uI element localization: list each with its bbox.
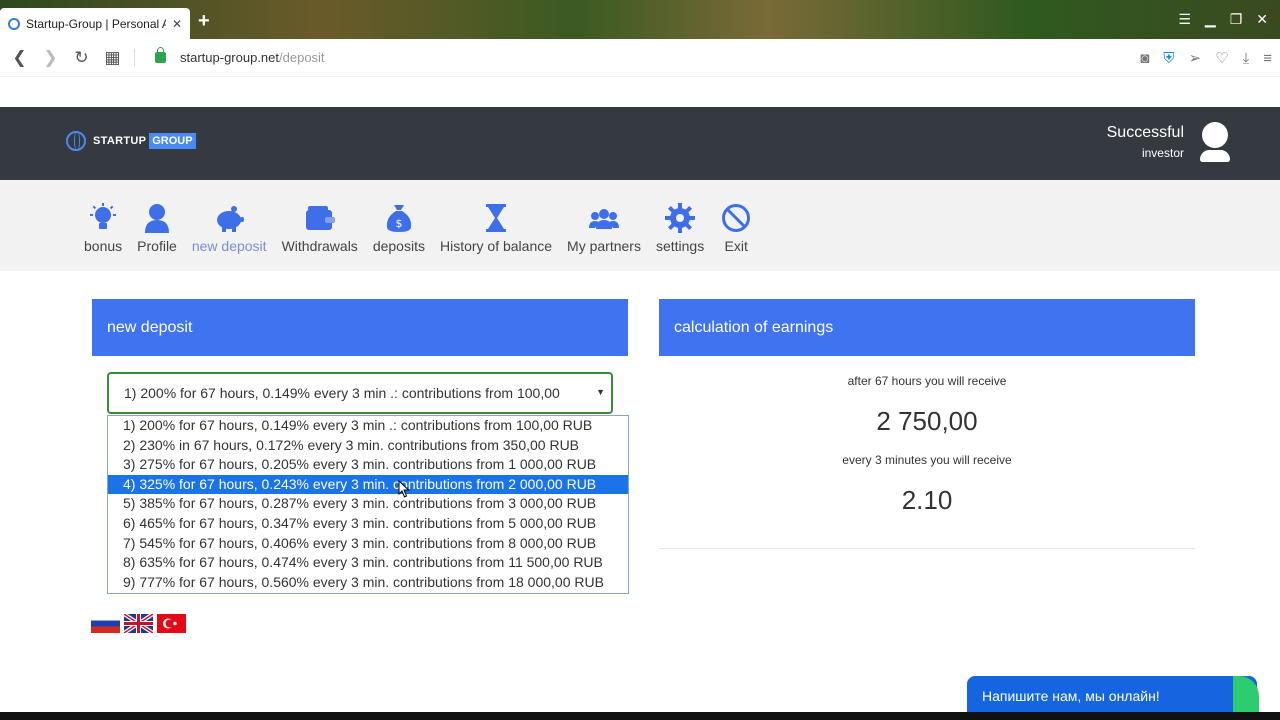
- gear-icon: [663, 202, 697, 234]
- flag-russia-icon[interactable]: [91, 614, 120, 633]
- users-icon: [587, 202, 621, 234]
- tariff-option[interactable]: 5) 385% for 67 hours, 0.287% every 3 min…: [108, 494, 628, 514]
- tariff-select[interactable]: 1) 200% for 67 hours, 0.149% every 3 min…: [107, 372, 613, 414]
- step-label: every 3 minutes you will receive: [842, 453, 1012, 467]
- money-bag-icon: $: [382, 202, 416, 234]
- menu-item-label: Profile: [137, 238, 177, 254]
- close-tab-icon[interactable]: ✕: [172, 17, 182, 31]
- url-field[interactable]: startup-group.net/deposit: [180, 50, 325, 65]
- new-tab-button[interactable]: +: [198, 11, 210, 31]
- download-icon[interactable]: ⤓: [1243, 50, 1250, 67]
- language-selector: [91, 614, 186, 633]
- secure-lock-icon[interactable]: [155, 47, 166, 63]
- menu-item-my-partners[interactable]: My partners: [567, 202, 641, 254]
- address-bar: ❮ ❯ ↻ ▦ startup-group.net/deposit ◙ ⛨ ➢ …: [0, 39, 1280, 77]
- heart-icon[interactable]: ♡: [1215, 49, 1228, 67]
- tab-menu-icon[interactable]: ☰: [1178, 11, 1191, 28]
- tariff-select-value: 1) 200% for 67 hours, 0.149% every 3 min…: [124, 385, 560, 401]
- restore-icon[interactable]: ❐: [1230, 11, 1243, 28]
- menu-item-deposits[interactable]: $ deposits: [373, 202, 425, 254]
- url-host: startup-group.net: [180, 50, 280, 65]
- status-subtitle: investor: [1141, 146, 1184, 160]
- tariff-dropdown-list: 1) 200% for 67 hours, 0.149% every 3 min…: [107, 415, 629, 594]
- url-path: /deposit: [279, 50, 325, 65]
- window-controls: ☰ ▁ ❐ ✕: [1178, 0, 1280, 39]
- tab-title: Startup-Group | Personal A: [26, 16, 166, 31]
- tariff-option[interactable]: 2) 230% in 67 hours, 0.172% every 3 min.…: [108, 436, 628, 456]
- piggy-bank-icon: [212, 202, 246, 234]
- avatar-icon[interactable]: [1200, 122, 1230, 162]
- chevron-down-icon: ▼: [596, 387, 605, 397]
- menu-item-label: deposits: [372, 238, 425, 254]
- address-bar-tools: ◙ ⛨ ➢ ♡ ⤓ ≡: [1140, 39, 1272, 77]
- flag-turkey-icon[interactable]: [157, 614, 186, 633]
- send-icon[interactable]: ➢: [1189, 49, 1202, 67]
- tariff-option[interactable]: 6) 465% for 67 hours, 0.347% every 3 min…: [108, 514, 628, 534]
- menu-item-label: Withdrawals: [281, 238, 358, 254]
- svg-text:$: $: [395, 217, 402, 230]
- hourglass-icon: [479, 202, 513, 234]
- minimize-icon[interactable]: ▁: [1205, 11, 1216, 28]
- total-label: after 67 hours you will receive: [847, 374, 1007, 388]
- menu-item-profile[interactable]: Profile: [137, 202, 177, 254]
- menu-item-label: bonus: [84, 238, 123, 254]
- tariff-option[interactable]: 1) 200% for 67 hours, 0.149% every 3 min…: [108, 416, 628, 436]
- tariff-option[interactable]: 3) 275% for 67 hours, 0.205% every 3 min…: [108, 455, 628, 475]
- site-favicon-icon: [8, 17, 20, 30]
- divider: [659, 548, 1195, 549]
- tariff-option[interactable]: 9) 777% for 67 hours, 0.560% every 3 min…: [108, 573, 628, 593]
- tariff-option[interactable]: 7) 545% for 67 hours, 0.406% every 3 min…: [108, 534, 628, 554]
- menu-item-withdrawals[interactable]: Withdrawals: [282, 202, 358, 254]
- mouse-cursor-icon: [398, 480, 410, 498]
- logo[interactable]: STARTUP GROUP: [66, 131, 196, 151]
- speed-dial-icon[interactable]: ▦: [97, 48, 128, 68]
- online-status-icon: [1233, 676, 1259, 714]
- user-status: Successful investor: [1107, 124, 1184, 160]
- logo-text-group: GROUP: [149, 133, 196, 149]
- main-menu-bar: bonus Profile new deposit Withdrawals $ …: [0, 180, 1280, 271]
- menu-item-label: My partners: [567, 238, 641, 254]
- menu-item-new-deposit[interactable]: new deposit: [192, 202, 267, 254]
- back-icon[interactable]: ❮: [4, 48, 35, 68]
- menu-item-label: Exit: [724, 238, 748, 254]
- menu-item-label: History of balance: [439, 238, 553, 254]
- chat-widget-label: Напишите нам, мы онлайн!: [982, 688, 1160, 704]
- divider: [134, 48, 135, 67]
- chat-widget-button[interactable]: Напишите нам, мы онлайн!: [967, 676, 1259, 714]
- tariff-option-highlighted[interactable]: 4) 325% for 67 hours, 0.243% every 3 min…: [108, 474, 628, 495]
- window-close-icon[interactable]: ✕: [1256, 11, 1268, 28]
- status-title: Successful: [1106, 124, 1184, 141]
- browser-tab[interactable]: Startup-Group | Personal A ✕: [0, 8, 190, 39]
- menu-item-bonus[interactable]: bonus: [84, 202, 122, 254]
- reload-icon[interactable]: ↻: [66, 48, 97, 68]
- globe-icon: [66, 131, 86, 151]
- menu-icon[interactable]: ≡: [1263, 50, 1272, 67]
- total-value: 2 750,00: [876, 406, 978, 436]
- main-menu: bonus Profile new deposit Withdrawals $ …: [84, 202, 768, 254]
- new-deposit-header: new deposit: [92, 299, 628, 356]
- logo-text-startup: STARTUP: [93, 135, 147, 147]
- ban-icon: [719, 202, 753, 234]
- forward-icon[interactable]: ❯: [35, 48, 66, 68]
- adblock-shield-icon[interactable]: ⛨: [1163, 50, 1174, 67]
- user-icon: [140, 202, 174, 234]
- browser-tab-bar: Startup-Group | Personal A ✕ + ☰ ▁ ❐ ✕: [0, 0, 1280, 39]
- menu-item-label: settings: [655, 238, 705, 254]
- tariff-option[interactable]: 8) 635% for 67 hours, 0.474% every 3 min…: [108, 553, 628, 573]
- calculation-header: calculation of earnings: [659, 299, 1195, 356]
- wallet-icon: [303, 202, 337, 234]
- flag-uk-icon[interactable]: [124, 614, 153, 633]
- calculation-panel: after 67 hours you will receive 2 750,00…: [659, 356, 1195, 549]
- menu-item-label: new deposit: [191, 238, 267, 254]
- menu-item-settings[interactable]: settings: [656, 202, 704, 254]
- lightbulb-icon: [86, 202, 120, 234]
- site-header: STARTUP GROUP Successful investor: [0, 107, 1280, 180]
- menu-item-history-of-balance[interactable]: History of balance: [440, 202, 552, 254]
- camera-icon[interactable]: ◙: [1140, 50, 1149, 67]
- menu-item-exit[interactable]: Exit: [719, 202, 753, 254]
- taskbar-edge: [0, 712, 1280, 720]
- step-value: 2.10: [901, 485, 953, 515]
